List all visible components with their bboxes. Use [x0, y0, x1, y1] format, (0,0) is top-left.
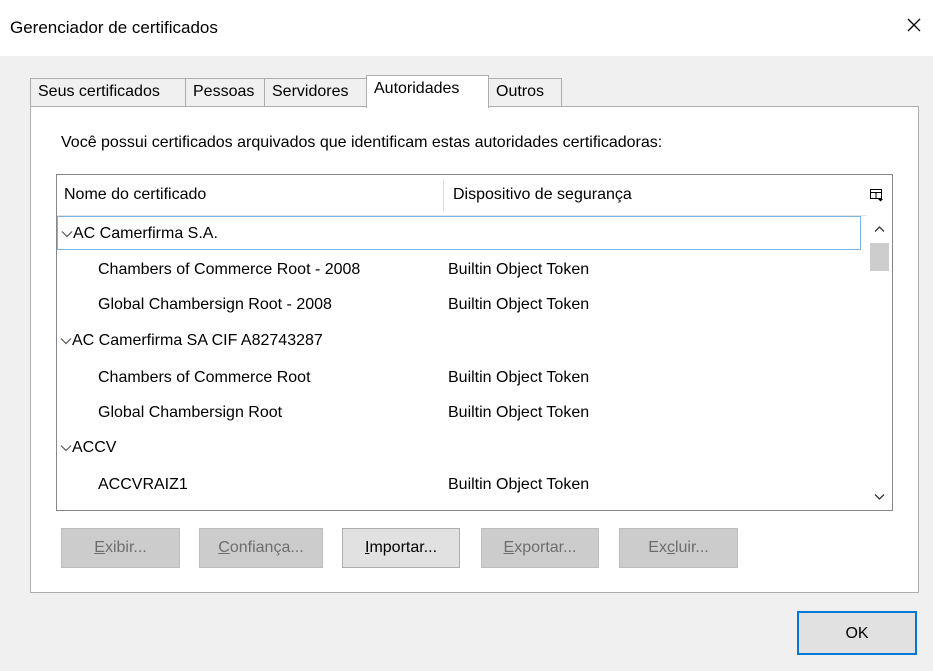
tree-row-group[interactable]: AC Camerfirma S.A.	[57, 216, 861, 250]
tree-row-certificate[interactable]: Global Chambersign Root Builtin Object T…	[57, 396, 861, 430]
delete-button: Excluir...	[619, 528, 738, 568]
scrollbar-thumb[interactable]	[870, 243, 889, 271]
certificate-name: Global Chambersign Root	[98, 404, 283, 421]
scroll-down-icon[interactable]	[873, 490, 886, 503]
tree-row-group[interactable]: AC Camerfirma SA CIF A82743287	[57, 324, 861, 358]
certificate-name: ACCVRAIZ1	[98, 476, 188, 493]
chevron-down-icon[interactable]	[60, 334, 72, 346]
tree-group-label: AC Camerfirma S.A.	[73, 225, 218, 242]
certificate-name: Global Chambersign Root - 2008	[98, 296, 332, 313]
column-header-device[interactable]: Dispositivo de segurança	[453, 186, 632, 204]
panel-description: Você possui certificados arquivados que …	[61, 134, 663, 151]
security-device: Builtin Object Token	[448, 404, 590, 421]
scroll-up-icon[interactable]	[873, 223, 886, 236]
column-header-name[interactable]: Nome do certificado	[64, 186, 206, 204]
column-picker-icon[interactable]	[870, 188, 884, 202]
tree-group-label: ACCV	[72, 439, 117, 456]
security-device: Builtin Object Token	[448, 296, 590, 313]
security-device: Builtin Object Token	[448, 261, 590, 278]
tree-row-certificate[interactable]: Global Chambersign Root - 2008 Builtin O…	[57, 288, 861, 322]
certificate-name: Chambers of Commerce Root - 2008	[98, 261, 361, 278]
tab-outros[interactable]: Outros	[488, 78, 562, 106]
chevron-down-icon[interactable]	[61, 227, 73, 239]
trust-button: Confiança...	[199, 528, 323, 568]
ok-button[interactable]: OK	[797, 611, 917, 655]
security-device: Builtin Object Token	[448, 476, 590, 493]
chevron-down-icon[interactable]	[60, 441, 72, 453]
tree-row-certificate[interactable]: ACCVRAIZ1 Builtin Object Token	[57, 468, 861, 502]
tab-seus-certificados[interactable]: Seus certificados	[30, 78, 186, 106]
window-title: Gerenciador de certificados	[10, 18, 218, 37]
certificate-tree[interactable]: Nome do certificado Dispositivo de segur…	[56, 174, 893, 511]
tree-row-certificate[interactable]: Chambers of Commerce Root Builtin Object…	[57, 361, 861, 395]
tab-pessoas[interactable]: Pessoas	[185, 78, 265, 106]
tree-header: Nome do certificado Dispositivo de segur…	[57, 175, 892, 216]
column-divider[interactable]	[443, 179, 444, 211]
vertical-scrollbar[interactable]	[867, 215, 892, 510]
title-bar: Gerenciador de certificados	[0, 0, 933, 56]
tab-autoridades[interactable]: Autoridades	[366, 75, 489, 108]
tree-group-label: AC Camerfirma SA CIF A82743287	[72, 332, 323, 349]
close-icon[interactable]	[903, 14, 925, 36]
certificate-name: Chambers of Commerce Root	[98, 369, 311, 386]
export-button: Exportar...	[481, 528, 599, 568]
security-device: Builtin Object Token	[448, 369, 590, 386]
view-button: Exibir...	[61, 528, 180, 568]
tree-row-certificate[interactable]: Chambers of Commerce Root - 2008 Builtin…	[57, 253, 861, 287]
tab-servidores[interactable]: Servidores	[264, 78, 367, 106]
import-button[interactable]: Importar...	[342, 528, 460, 568]
tree-row-group[interactable]: ACCV	[57, 431, 861, 465]
